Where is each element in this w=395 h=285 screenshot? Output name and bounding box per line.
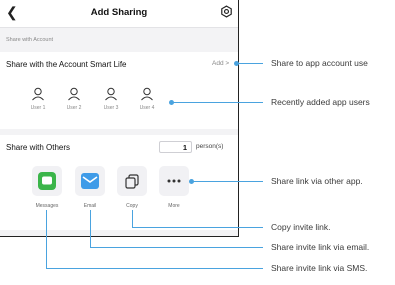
user-icon bbox=[105, 87, 117, 101]
user-label: User 4 bbox=[139, 105, 155, 111]
header-bar: ❮ Add Sharing bbox=[0, 0, 238, 28]
add-account-button[interactable]: Add > bbox=[212, 60, 229, 67]
user-icon bbox=[68, 87, 80, 101]
more-button[interactable] bbox=[159, 166, 189, 196]
annotation-email: Share invite link via email. bbox=[271, 242, 370, 252]
email-icon bbox=[81, 173, 99, 189]
annotation-users: Recently added app users bbox=[271, 97, 370, 107]
settings-icon[interactable] bbox=[220, 5, 233, 18]
email-button[interactable] bbox=[75, 166, 105, 196]
callout-line bbox=[237, 63, 263, 64]
user-item[interactable]: User 1 bbox=[25, 87, 51, 111]
app-screen: ❮ Add Sharing Share with Account Share w… bbox=[0, 0, 239, 237]
annotation-more: Share link via other app. bbox=[271, 176, 363, 186]
more-icon bbox=[167, 179, 181, 183]
messages-button[interactable] bbox=[32, 166, 62, 196]
messages-label: Messages bbox=[35, 203, 59, 209]
user-label: User 1 bbox=[30, 105, 46, 111]
user-label: User 3 bbox=[103, 105, 119, 111]
section-label-account: Share with Account bbox=[6, 37, 54, 43]
account-share-title: Share with the Account Smart Life bbox=[6, 60, 127, 69]
callout-line bbox=[90, 247, 263, 248]
more-label: More bbox=[168, 203, 180, 209]
email-label: Email bbox=[83, 203, 97, 209]
annotation-sms: Share invite link via SMS. bbox=[271, 263, 368, 273]
copy-button[interactable] bbox=[117, 166, 147, 196]
user-item[interactable]: User 2 bbox=[61, 87, 87, 111]
user-item[interactable]: User 3 bbox=[98, 87, 124, 111]
others-share-title: Share with Others bbox=[6, 143, 71, 152]
callout-line bbox=[46, 268, 263, 269]
person-unit-label: person(s) bbox=[196, 143, 224, 150]
user-item[interactable]: User 4 bbox=[134, 87, 160, 111]
callout-line bbox=[90, 210, 91, 247]
callout-line bbox=[132, 227, 263, 228]
callout-line bbox=[192, 181, 263, 182]
messages-icon bbox=[38, 172, 56, 190]
person-count-input[interactable]: 1 bbox=[159, 141, 192, 153]
annotation-copy: Copy invite link. bbox=[271, 222, 331, 232]
user-icon bbox=[32, 87, 44, 101]
user-label: User 2 bbox=[66, 105, 82, 111]
copy-icon bbox=[125, 174, 139, 189]
page-title: Add Sharing bbox=[90, 7, 148, 18]
callout-line bbox=[132, 210, 133, 227]
annotation-add: Share to app account use bbox=[271, 58, 368, 68]
user-icon bbox=[141, 87, 153, 101]
copy-label: Copy bbox=[126, 203, 138, 209]
callout-line bbox=[172, 102, 263, 103]
callout-line bbox=[46, 210, 47, 268]
